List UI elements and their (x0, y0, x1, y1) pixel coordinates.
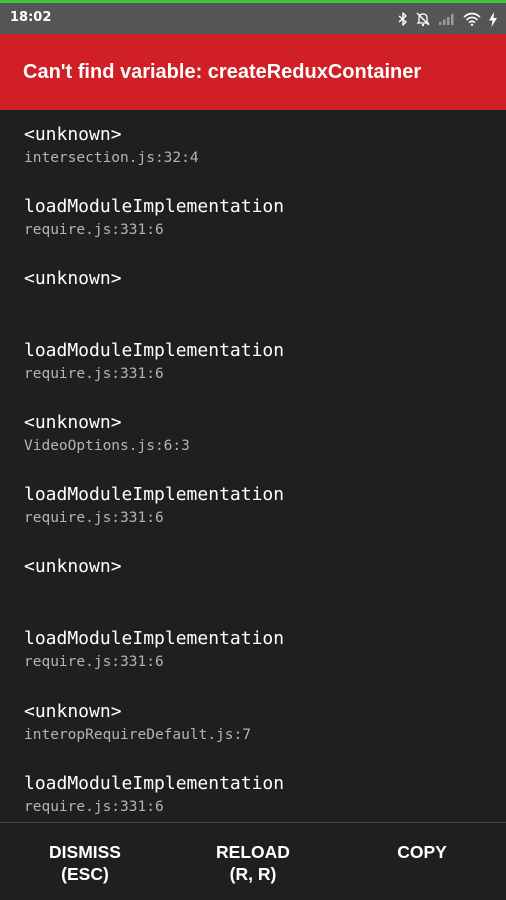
stack-frame[interactable]: loadModuleImplementation require.js:331:… (24, 773, 494, 816)
wifi-icon (463, 12, 481, 26)
stack-frame[interactable]: <unknown> intersection.js:32:4 (24, 124, 494, 167)
copy-button[interactable]: COPY (342, 841, 502, 863)
stack-frame[interactable]: loadModuleImplementation require.js:331:… (24, 340, 494, 383)
dismiss-label: DISMISS (49, 842, 121, 862)
action-bar: DISMISS (ESC) RELOAD (R, R) COPY (0, 822, 506, 900)
status-icons (398, 9, 498, 29)
stack-frame[interactable]: loadModuleImplementation require.js:331:… (24, 628, 494, 671)
frame-method: loadModuleImplementation (24, 196, 285, 217)
frame-method: loadModuleImplementation (24, 773, 285, 794)
error-message: Can't find variable: createReduxContaine… (23, 61, 422, 83)
status-time: 18:02 (10, 10, 52, 25)
frame-method: <unknown> (24, 556, 122, 577)
stack-trace-list[interactable]: <unknown> intersection.js:32:4 loadModul… (0, 110, 506, 822)
stack-frame[interactable]: <unknown> (24, 268, 494, 311)
stack-frame[interactable]: <unknown> (24, 556, 494, 599)
frame-method: <unknown> (24, 268, 122, 289)
frame-file: intersection.js:32:4 (24, 150, 199, 166)
frame-method: <unknown> (24, 124, 122, 145)
frame-file (24, 581, 494, 599)
signal-icon (438, 12, 456, 26)
frame-file (24, 293, 494, 311)
bluetooth-icon (398, 12, 408, 26)
frame-method: <unknown> (24, 412, 122, 433)
frame-file: require.js:331:6 (24, 654, 164, 670)
reload-button[interactable]: RELOAD (R, R) (173, 841, 333, 885)
frame-file: require.js:331:6 (24, 799, 164, 815)
frame-file: interopRequireDefault.js:7 (24, 727, 251, 743)
frame-method: loadModuleImplementation (24, 628, 285, 649)
charging-icon (488, 11, 498, 27)
frame-method: loadModuleImplementation (24, 340, 285, 361)
stack-frame[interactable]: loadModuleImplementation require.js:331:… (24, 484, 494, 527)
reload-shortcut: (R, R) (229, 864, 277, 884)
copy-label: COPY (397, 842, 447, 862)
frame-file: require.js:331:6 (24, 366, 164, 382)
stack-frame[interactable]: loadModuleImplementation require.js:331:… (24, 196, 494, 239)
dismiss-button[interactable]: DISMISS (ESC) (5, 841, 165, 885)
status-bar: 18:02 (0, 3, 506, 34)
frame-file: VideoOptions.js:6:3 (24, 438, 190, 454)
mute-icon (415, 11, 431, 27)
error-header: Can't find variable: createReduxContaine… (0, 34, 506, 110)
stack-frame[interactable]: <unknown> VideoOptions.js:6:3 (24, 412, 494, 455)
frame-method: <unknown> (24, 701, 122, 722)
frame-method: loadModuleImplementation (24, 484, 285, 505)
reload-label: RELOAD (216, 842, 290, 862)
dismiss-shortcut: (ESC) (61, 864, 109, 884)
frame-file: require.js:331:6 (24, 510, 164, 526)
frame-file: require.js:331:6 (24, 222, 164, 238)
stack-frame[interactable]: <unknown> interopRequireDefault.js:7 (24, 701, 494, 744)
